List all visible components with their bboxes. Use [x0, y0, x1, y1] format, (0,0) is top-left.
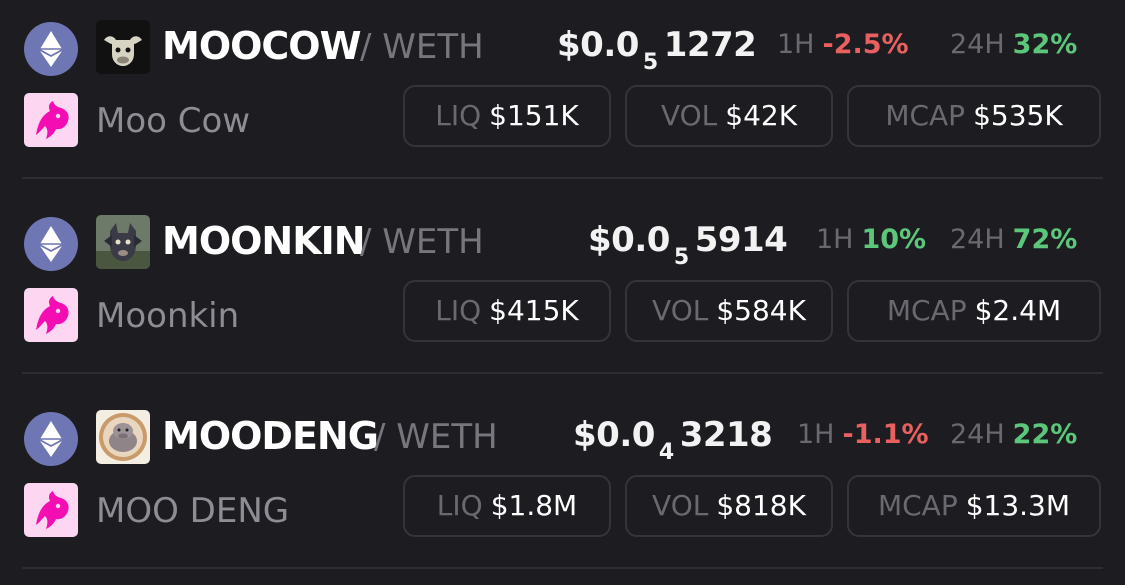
volume-value: $818K — [716, 489, 806, 522]
token-avatar — [96, 215, 150, 269]
change-1h-label: 1H — [797, 419, 835, 450]
token-avatar — [96, 20, 150, 74]
uniswap-icon — [24, 483, 78, 537]
change-24h: 24H 72% — [950, 217, 1077, 263]
change-1h-value: -1.1% — [842, 419, 929, 450]
token-price: $0.0 4 3218 — [573, 410, 773, 465]
price-zero-count: 5 — [673, 245, 689, 270]
volume-label: VOL — [660, 99, 718, 132]
price-prefix: $0.0 — [588, 220, 670, 260]
change-1h: 1H -1.1% — [797, 412, 929, 458]
token-pair: / WETH — [374, 417, 498, 457]
liquidity-value: $415K — [489, 294, 579, 327]
liquidity-label: LIQ — [435, 99, 482, 132]
volume-value: $42K — [725, 99, 798, 132]
token-pair: / WETH — [360, 27, 484, 67]
change-1h-value: -2.5% — [822, 29, 909, 60]
liquidity-value: $1.8M — [490, 489, 578, 522]
liquidity-pill: LIQ $415K — [403, 280, 611, 342]
token-row-moonkin[interactable]: MOONKIN / WETH Moonkin $0.0 5 5914 1H 10% 2… — [0, 195, 1125, 390]
volume-pill: VOL $584K — [625, 280, 833, 342]
market-cap-value: $2.4M — [974, 294, 1062, 327]
row-divider — [22, 567, 1103, 569]
market-cap-pill: MCAP $13.3M — [847, 475, 1101, 537]
ethereum-icon — [24, 412, 78, 466]
liquidity-value: $151K — [489, 99, 579, 132]
change-24h-label: 24H — [950, 224, 1005, 255]
liquidity-pill: LIQ $151K — [403, 85, 611, 147]
market-cap-pill: MCAP $535K — [847, 85, 1101, 147]
change-24h-value: 22% — [1012, 419, 1078, 450]
token-name: Moonkin — [96, 296, 240, 336]
volume-value: $584K — [716, 294, 806, 327]
token-avatar — [96, 410, 150, 464]
change-24h-label: 24H — [950, 419, 1005, 450]
token-pair: / WETH — [360, 222, 484, 262]
token-name: MOO DENG — [96, 491, 290, 531]
change-1h-label: 1H — [777, 29, 815, 60]
market-cap-value: $13.3M — [965, 489, 1071, 522]
change-24h-value: 32% — [1012, 29, 1078, 60]
ethereum-icon — [24, 22, 78, 76]
ethereum-icon — [24, 217, 78, 271]
row-divider — [22, 372, 1103, 374]
price-digits: 5914 — [694, 220, 788, 260]
market-cap-label: MCAP — [886, 294, 967, 327]
token-name: Moo Cow — [96, 101, 251, 141]
change-24h-label: 24H — [950, 29, 1005, 60]
token-symbol: MOOCOW — [162, 24, 362, 68]
volume-label: VOL — [652, 489, 709, 522]
volume-pill: VOL $818K — [625, 475, 833, 537]
change-1h: 1H -2.5% — [777, 22, 909, 68]
change-1h-label: 1H — [816, 224, 854, 255]
row-divider — [22, 177, 1103, 179]
change-24h: 24H 32% — [950, 22, 1077, 68]
token-symbol: MOODENG — [162, 414, 379, 458]
change-1h: 1H 10% — [816, 217, 926, 263]
price-zero-count: 4 — [658, 440, 674, 465]
price-zero-count: 5 — [642, 50, 658, 75]
token-price: $0.0 5 1272 — [557, 20, 757, 75]
token-price: $0.0 5 5914 — [588, 215, 788, 270]
token-row-moocow[interactable]: MOOCOW / WETH Moo Cow $0.0 5 1272 1H -2.5% … — [0, 0, 1125, 195]
volume-pill: VOL $42K — [625, 85, 833, 147]
market-cap-label: MCAP — [885, 99, 966, 132]
liquidity-label: LIQ — [435, 294, 482, 327]
volume-label: VOL — [652, 294, 709, 327]
change-1h-value: 10% — [861, 224, 927, 255]
change-24h-value: 72% — [1012, 224, 1078, 255]
change-24h: 24H 22% — [950, 412, 1077, 458]
uniswap-icon — [24, 288, 78, 342]
price-prefix: $0.0 — [557, 25, 639, 65]
liquidity-label: LIQ — [436, 489, 483, 522]
uniswap-icon — [24, 93, 78, 147]
token-list: MOOCOW / WETH Moo Cow $0.0 5 1272 1H -2.5% … — [0, 0, 1125, 577]
liquidity-pill: LIQ $1.8M — [403, 475, 611, 537]
market-cap-label: MCAP — [877, 489, 958, 522]
token-row-moodeng[interactable]: MOODENG / WETH MOO DENG $0.0 4 3218 1H -1.1… — [0, 390, 1125, 585]
price-digits: 1272 — [663, 25, 757, 65]
price-digits: 3218 — [679, 415, 773, 455]
price-prefix: $0.0 — [573, 415, 655, 455]
market-cap-pill: MCAP $2.4M — [847, 280, 1101, 342]
market-cap-value: $535K — [973, 99, 1063, 132]
token-symbol: MOONKIN — [162, 219, 366, 263]
